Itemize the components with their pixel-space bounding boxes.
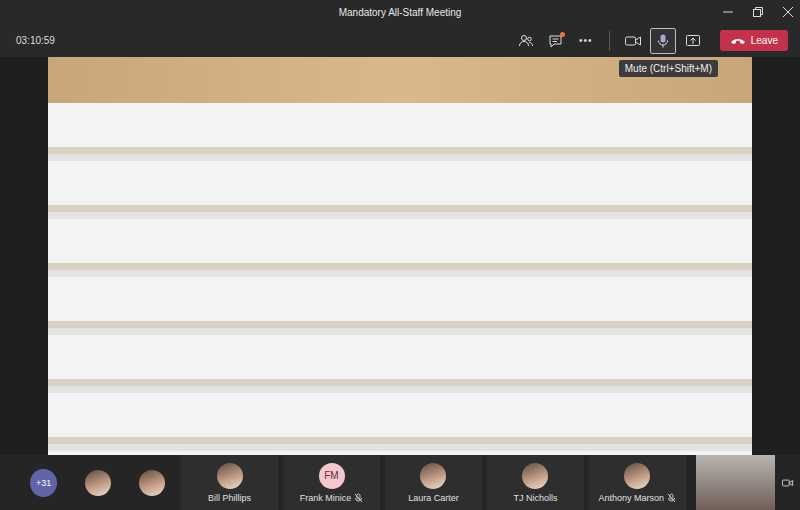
meeting-toolbar: 03:10:59 ••• Leave	[0, 24, 800, 57]
initials-avatar: FM	[319, 463, 345, 489]
more-label: •••	[579, 35, 593, 46]
mute-tooltip: Mute (Ctrl+Shift+M)	[619, 60, 718, 77]
avatar-photo	[139, 470, 165, 496]
teams-window: Mandatory All-Staff Meeting 03:10:59 ••• Le…	[0, 0, 800, 510]
participant-strip: +31 Bill Phillips FM Frank Minice Laura Cart…	[0, 455, 800, 510]
participant-avatar[interactable]	[128, 470, 176, 496]
participant-tile[interactable]: Bill Phillips	[181, 455, 278, 510]
avatar-photo	[217, 463, 243, 489]
participant-tile[interactable]: FM Frank Minice	[283, 455, 380, 510]
participant-name: Anthony Marson	[599, 493, 665, 503]
camera-icon[interactable]	[782, 478, 794, 488]
participant-name: Bill Phillips	[208, 493, 251, 503]
meeting-timer: 03:10:59	[16, 35, 55, 46]
participant-name: Laura Carter	[408, 493, 459, 503]
avatar-photo	[420, 463, 446, 489]
share-button[interactable]	[680, 28, 706, 54]
auditorium-seats	[48, 103, 752, 455]
camera-icon	[624, 33, 642, 49]
self-video	[696, 455, 776, 510]
camera-button[interactable]	[620, 28, 646, 54]
overflow-count[interactable]: +31	[30, 469, 57, 497]
leave-label: Leave	[751, 35, 778, 46]
avatar-photo	[624, 463, 650, 489]
unread-badge	[560, 32, 565, 37]
participant-tile[interactable]: Anthony Marson	[589, 455, 686, 510]
people-icon	[518, 33, 534, 49]
leave-button[interactable]: Leave	[720, 30, 788, 51]
mic-off-icon	[354, 493, 363, 503]
participant-tile[interactable]: TJ Nicholls	[487, 455, 584, 510]
microphone-icon	[655, 33, 671, 49]
toolbar-separator	[609, 31, 610, 51]
hang-up-icon	[730, 36, 746, 46]
together-mode-video	[48, 57, 752, 455]
more-button[interactable]: •••	[573, 28, 599, 54]
participant-avatar[interactable]	[74, 470, 122, 496]
share-screen-icon	[685, 33, 701, 49]
mic-off-icon	[667, 493, 676, 503]
participants-button[interactable]	[513, 28, 539, 54]
avatar-photo	[522, 463, 548, 489]
title-bar: Mandatory All-Staff Meeting	[0, 0, 800, 24]
close-icon[interactable]	[782, 6, 794, 18]
restore-icon[interactable]	[752, 6, 764, 18]
window-title: Mandatory All-Staff Meeting	[339, 7, 462, 18]
avatar-photo	[85, 470, 111, 496]
together-mode-stage: Mute (Ctrl+Shift+M)	[0, 57, 800, 455]
minimize-icon[interactable]	[722, 6, 734, 18]
participant-name: Frank Minice	[300, 493, 352, 503]
mic-button[interactable]	[650, 28, 676, 54]
chat-button[interactable]	[543, 28, 569, 54]
participant-tile[interactable]: Laura Carter	[385, 455, 482, 510]
participant-name: TJ Nicholls	[513, 493, 557, 503]
